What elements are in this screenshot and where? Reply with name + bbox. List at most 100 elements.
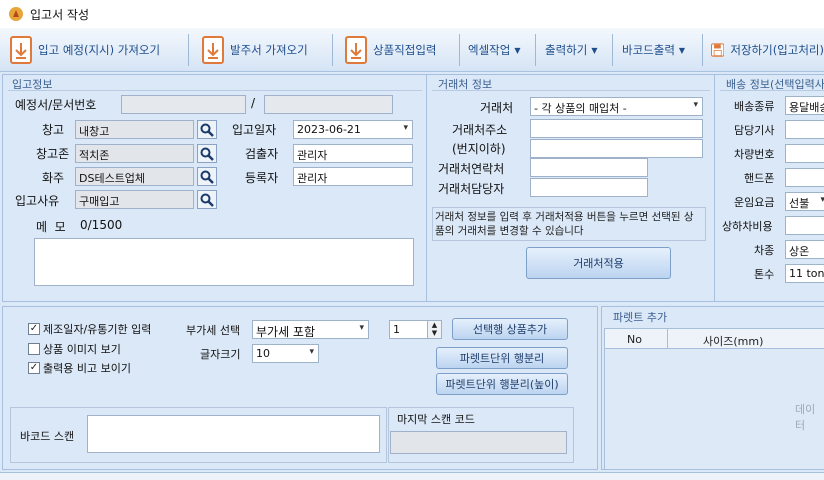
download-document-icon [10, 36, 32, 64]
registrar-label: 등록자 [245, 171, 279, 185]
add-row-button[interactable]: 선택행 상품추가 [452, 318, 568, 340]
fare-select[interactable]: 선불 [785, 192, 824, 211]
pallet-col-size: 사이즈(mm) [703, 335, 764, 348]
mfg-date-checkbox[interactable]: ✓ [28, 323, 40, 335]
print-menu-button[interactable]: 출력하기 ▼ [545, 28, 597, 72]
car-type-select[interactable]: 상온 [785, 240, 824, 259]
font-size-select[interactable]: 10 [252, 344, 319, 363]
direct-input-label: 상품직접입력 [373, 43, 437, 57]
search-icon [200, 193, 214, 207]
zone-label: 창고존 [36, 147, 70, 161]
download-document-icon [202, 36, 224, 64]
inspector-label: 검출자 [245, 147, 279, 161]
last-scan-display [390, 431, 567, 454]
phone-input[interactable] [785, 168, 824, 187]
font-size-label: 글자크기 [200, 348, 241, 361]
import-order-label: 발주서 가져오기 [230, 43, 308, 57]
registrar-input[interactable]: 관리자 [293, 167, 413, 186]
supplier-manager-input[interactable] [530, 178, 648, 197]
memo-textarea[interactable] [34, 238, 414, 286]
owner-label: 화주 [42, 171, 65, 185]
save-icon [711, 43, 725, 57]
caret-down-icon: ▼ [678, 45, 686, 55]
tonnage-select[interactable]: 11 ton [785, 264, 824, 283]
pallet-section-title: 파렛트 추가 [613, 311, 668, 324]
pallet-split-button[interactable]: 파렛트단위 행분리 [436, 347, 568, 369]
tonnage-label: 톤수 [754, 268, 775, 281]
supplier-manager-label: 거래처담당자 [438, 182, 505, 196]
car-type-label: 차종 [754, 244, 775, 257]
import-plan-button[interactable]: 입고 예정(지시) 가져오기 [10, 28, 160, 72]
inspector-input[interactable]: 관리자 [293, 144, 413, 163]
plan-no-input[interactable] [121, 95, 246, 114]
supplier-address-input[interactable] [530, 119, 703, 138]
app-logo-icon [9, 7, 23, 21]
image-label: 상품 이미지 보기 [43, 343, 121, 356]
stepper-arrows-icon[interactable]: ▲ ▼ [427, 321, 441, 338]
pallet-empty-text: 데이터 [795, 403, 816, 432]
excel-label: 엑셀작업 [468, 43, 511, 57]
supplier-select[interactable]: - 각 상품의 매입처 - [530, 97, 703, 116]
zone-search-button[interactable] [197, 144, 217, 163]
print-note-checkbox[interactable]: ✓ [28, 362, 40, 374]
excel-menu-button[interactable]: 엑셀작업 ▼ [468, 28, 520, 72]
loading-cost-input[interactable] [785, 216, 824, 235]
items-grid-header [0, 472, 824, 480]
search-icon [200, 147, 214, 161]
date-picker[interactable]: 2023-06-21 [293, 120, 413, 139]
warehouse-input[interactable]: 내창고 [75, 120, 194, 139]
window-title: 입고서 작성 [30, 8, 90, 22]
supplier-address-label: 거래처주소 [452, 123, 508, 137]
direct-input-button[interactable]: 상품직접입력 [345, 28, 436, 72]
date-label: 입고일자 [232, 123, 277, 137]
supplier-note: 거래처 정보를 입력 후 거래처적용 버튼을 누르면 선택된 상품의 거래처를 … [432, 207, 706, 241]
document-no-input[interactable] [264, 95, 393, 114]
barcode-scan-input[interactable] [87, 415, 380, 453]
mfg-date-label: 제조일자/유통기한 입력 [43, 323, 152, 336]
supplier-apply-button[interactable]: 거래처적용 [526, 247, 671, 279]
caret-down-icon: ▼ [591, 45, 598, 55]
reason-label: 입고사유 [15, 194, 60, 208]
memo-label: 메 모 [36, 220, 66, 234]
import-order-button[interactable]: 발주서 가져오기 [202, 28, 308, 72]
vat-label: 부가세 선택 [186, 324, 241, 337]
reason-input[interactable]: 구매입고 [75, 190, 194, 209]
plan-no-separator: / [251, 96, 256, 110]
save-button[interactable]: 저장하기(입고처리) [711, 28, 824, 72]
pallet-split-height-button[interactable]: 파렛트단위 행분리(높이) [436, 373, 568, 395]
zone-input[interactable]: 적치존 [75, 144, 194, 163]
supplier-address2-label: (번지이하) [452, 142, 506, 156]
phone-label: 핸드폰 [744, 172, 775, 185]
driver-label: 담당기사 [734, 124, 775, 137]
driver-input[interactable] [785, 120, 824, 139]
loading-cost-label: 상하차비용 [722, 220, 773, 233]
shipping-type-select[interactable]: 용달배송 [785, 96, 824, 115]
last-scan-label: 마지막 스캔 코드 [397, 413, 475, 426]
image-checkbox[interactable] [28, 343, 40, 355]
print-label: 출력하기 [545, 43, 588, 57]
plan-no-label: 예정서/문서번호 [15, 98, 97, 112]
supplier-contact-label: 거래처연락처 [438, 162, 505, 176]
warehouse-label: 창고 [42, 123, 65, 137]
shipping-type-label: 배송종류 [734, 100, 775, 113]
supplier-address2-input[interactable] [530, 139, 703, 158]
owner-input[interactable]: DS테스트업체 [75, 167, 194, 186]
search-icon [200, 123, 214, 137]
owner-search-button[interactable] [197, 167, 217, 186]
pallet-col-no: No [627, 333, 642, 346]
vat-select[interactable]: 부가세 포함 [252, 320, 369, 339]
save-label: 저장하기(입고처리) [730, 43, 824, 57]
barcode-print-label: 바코드출력 [622, 43, 675, 57]
pallet-grid: No 사이즈(mm) 데이터 [604, 328, 824, 470]
search-icon [200, 170, 214, 184]
warehouse-search-button[interactable] [197, 120, 217, 139]
barcode-print-menu-button[interactable]: 바코드출력 ▼ [622, 28, 685, 72]
import-plan-label: 입고 예정(지시) 가져오기 [38, 43, 161, 57]
supplier-contact-input[interactable] [530, 158, 648, 177]
caret-down-icon: ▼ [514, 45, 521, 55]
supplier-name-label: 거래처 [480, 101, 514, 115]
reason-search-button[interactable] [197, 190, 217, 209]
fare-label: 운임요금 [734, 196, 775, 209]
barcode-scan-label: 바코드 스캔 [20, 430, 75, 443]
vehicle-input[interactable] [785, 144, 824, 163]
